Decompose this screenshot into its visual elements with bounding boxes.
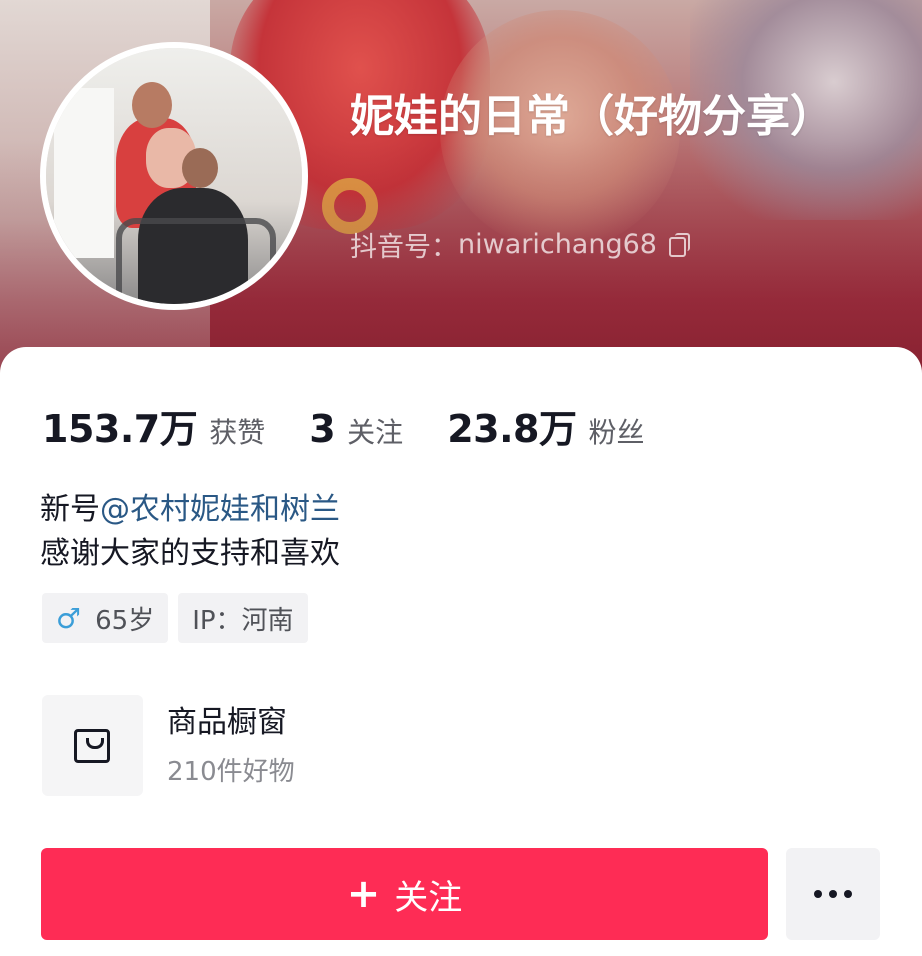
copy-icon[interactable]	[668, 233, 690, 257]
age-text: 65岁	[95, 605, 155, 636]
stat-followers[interactable]: 23.8万 粉丝	[447, 398, 644, 453]
avatar[interactable]	[40, 42, 308, 310]
profile-tags: ♂ 65岁 IP：河南	[42, 593, 308, 643]
stat-likes-label: 获赞	[209, 416, 266, 449]
stat-likes[interactable]: 153.7万 获赞	[42, 398, 265, 453]
profile-header: 妮娃的日常（好物分享） 抖音号： niwarichang68	[0, 0, 922, 400]
shop-subtitle: 210件好物	[167, 757, 295, 787]
plus-icon: +	[346, 871, 381, 917]
douyin-id-label: 抖音号：	[350, 231, 458, 263]
shopping-bag-icon	[74, 729, 110, 763]
bio-prefix: 新号	[40, 492, 100, 527]
profile-nickname: 妮娃的日常（好物分享）	[350, 91, 834, 142]
follow-button-label: 关注	[394, 877, 463, 918]
douyin-id-row[interactable]: 抖音号： niwarichang68	[350, 226, 690, 263]
bio-line-2: 感谢大家的支持和喜欢	[40, 536, 340, 571]
profile-bio: 新号@农村妮娃和树兰 感谢大家的支持和喜欢	[40, 488, 340, 576]
bio-mention-link[interactable]: @农村妮娃和树兰	[100, 492, 340, 527]
more-button[interactable]	[786, 848, 880, 940]
shop-icon-box	[42, 695, 143, 796]
shop-title: 商品橱窗	[167, 705, 287, 740]
bio-line-1: 新号@农村妮娃和树兰	[40, 488, 340, 532]
follow-button[interactable]: + 关注	[41, 848, 768, 940]
stat-following-value: 3	[309, 407, 336, 451]
stat-followers-label: 粉丝	[588, 416, 645, 449]
stat-following[interactable]: 3 关注	[309, 407, 403, 451]
male-icon: ♂	[56, 601, 82, 635]
stat-followers-value: 23.8万	[447, 407, 577, 451]
stat-following-label: 关注	[347, 416, 404, 449]
shop-window-entry[interactable]: 商品橱窗 210件好物	[42, 695, 542, 797]
stat-likes-value: 153.7万	[42, 407, 198, 451]
profile-stats: 153.7万 获赞 3 关注 23.8万 粉丝	[42, 398, 688, 451]
douyin-id-value: niwarichang68	[458, 228, 657, 260]
age-tag: ♂ 65岁	[42, 593, 169, 643]
ip-text: IP：河南	[192, 605, 294, 636]
more-dots-icon	[814, 890, 852, 898]
ip-tag: IP：河南	[178, 593, 308, 643]
